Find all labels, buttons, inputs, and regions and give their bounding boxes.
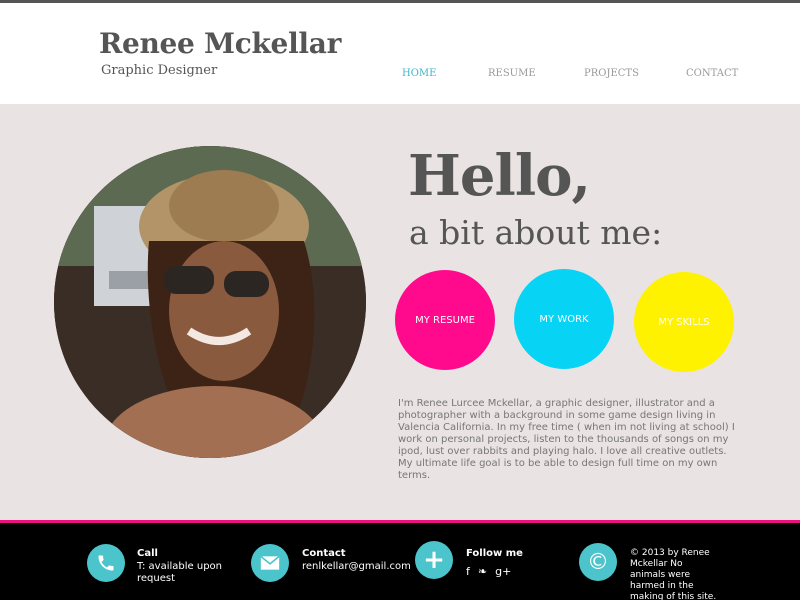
nav-home[interactable]: HOME: [402, 68, 436, 79]
follow-title: Follow me: [466, 548, 523, 559]
copyright-icon: ©: [579, 543, 617, 581]
site-subtitle: Graphic Designer: [101, 63, 218, 78]
my-work-button[interactable]: MY WORK: [514, 269, 614, 369]
copyright-text: © 2013 by Renee Mckellar No animals were…: [630, 548, 717, 600]
mail-icon: [251, 544, 289, 582]
call-text: T: available upon request: [137, 561, 223, 584]
my-skills-button[interactable]: MY SKILLS: [634, 272, 734, 372]
nav-projects[interactable]: PROJECTS: [584, 68, 639, 79]
twitter-icon[interactable]: ❧: [478, 565, 487, 578]
social-links: f ❧ g+: [466, 565, 511, 578]
googleplus-icon[interactable]: g+: [495, 565, 511, 578]
site-title: Renee Mckellar: [99, 27, 342, 60]
bio-text: I'm Renee Lurcee Mckellar, a graphic des…: [398, 398, 735, 481]
call-title: Call: [137, 548, 158, 559]
header: Renee Mckellar Graphic Designer HOME RES…: [0, 3, 800, 104]
about-heading: a bit about me:: [409, 213, 663, 252]
nav-resume[interactable]: RESUME: [488, 68, 536, 79]
contact-email[interactable]: renlkellar@gmail.com: [302, 561, 411, 573]
nav-contact[interactable]: CONTACT: [686, 68, 738, 79]
phone-icon: [87, 544, 125, 582]
hello-heading: Hello,: [408, 143, 591, 209]
contact-title: Contact: [302, 548, 346, 559]
plus-icon: +: [415, 541, 453, 579]
facebook-icon[interactable]: f: [466, 565, 470, 578]
profile-photo: [54, 146, 366, 458]
my-resume-button[interactable]: MY RESUME: [395, 270, 495, 370]
